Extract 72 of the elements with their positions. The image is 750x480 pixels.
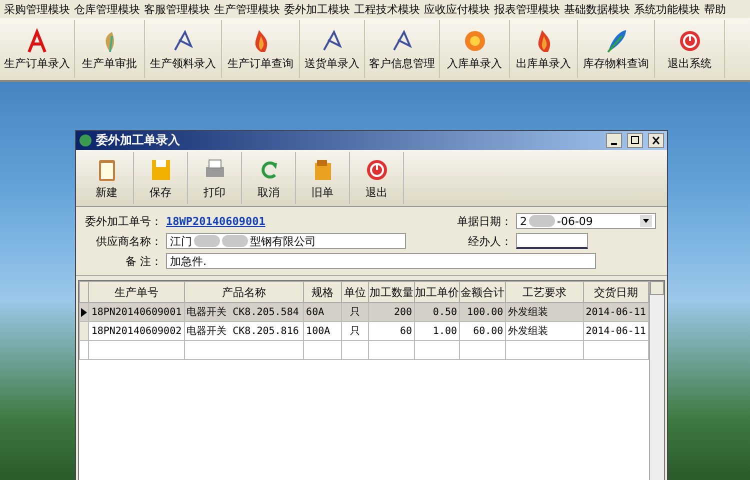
row-pointer-icon (81, 308, 88, 316)
table-cell: 100.00 (460, 302, 506, 322)
column-header: 生产单号 (88, 282, 184, 302)
table-cell: 200 (368, 302, 415, 322)
window-title: 委外加工单录入 (96, 132, 180, 149)
toolbar-button[interactable]: 新建 (80, 152, 134, 204)
toolbar-button[interactable]: 入库单录入 (440, 20, 510, 78)
column-header: 工艺要求 (506, 282, 584, 302)
table-cell: 18PN20140609002 (88, 322, 184, 340)
menu-item[interactable]: 基础数据模块 (562, 2, 632, 16)
table-row[interactable]: 18PN20140609002 电器开关 CK8.205.816 100A 只 60 1.00 60.00 外发组装 2014-06-11 (80, 322, 648, 340)
column-header: 规格 (304, 282, 342, 302)
table-cell: 只 (341, 322, 368, 340)
menu-item[interactable]: 委外加工模块 (282, 2, 352, 16)
column-header: 交货日期 (583, 282, 648, 302)
menu-item[interactable]: 生产管理模块 (212, 2, 282, 16)
supplier-field[interactable]: 江门 型钢有限公司 (166, 233, 406, 249)
table-cell: 电器开关 CK8.205.816 (184, 322, 304, 340)
toolbar-button[interactable]: 生产领料录入 (145, 20, 222, 78)
menu-item[interactable]: 应收应付模块 (422, 2, 492, 16)
menu-item[interactable]: 客服管理模块 (142, 2, 212, 16)
date-field[interactable]: 2 -06-09 (516, 213, 656, 229)
field-label: 委外加工单号： (84, 214, 163, 228)
toolbar-button[interactable]: 生产订单录入 (0, 20, 75, 78)
toolbar-button[interactable]: 客户信息管理 (365, 20, 440, 78)
maximize-button[interactable] (627, 133, 643, 148)
toolbar-button[interactable]: 打印 (188, 152, 242, 204)
field-label: 备 注： (124, 254, 163, 268)
column-header: 加工单价 (414, 282, 460, 302)
field-label: 经办人： (467, 234, 513, 248)
table-row[interactable]: 18PN20140609001 电器开关 CK8.205.584 60A 只 200 0.50 100.00 外发组装 2014-06-11 (80, 302, 648, 322)
table-cell: 0.50 (414, 302, 460, 322)
order-number-link[interactable]: 18WP20140609001 (166, 214, 336, 228)
column-header: 加工数量 (368, 282, 415, 302)
table-cell: 18PN20140609001 (88, 302, 184, 322)
menu-item[interactable]: 报表管理模块 (492, 2, 562, 16)
close-button[interactable] (648, 133, 664, 148)
toolbar-button[interactable]: 退出系统 (655, 20, 725, 78)
table-cell: 100A (304, 322, 342, 340)
menu-item[interactable]: 帮助 (702, 2, 728, 16)
column-header: 金额合计 (460, 282, 506, 302)
toolbar-button[interactable]: 取消 (242, 152, 296, 204)
toolbar-button[interactable]: 库存物料查询 (578, 20, 655, 78)
table-cell: 电器开关 CK8.205.584 (184, 302, 304, 322)
field-label: 单据日期： (456, 214, 513, 228)
field-label: 供应商名称： (95, 234, 163, 248)
scrollbar[interactable] (649, 281, 664, 480)
table-cell: 外发组装 (506, 302, 584, 322)
column-header: 单位 (341, 282, 368, 302)
toolbar-button[interactable]: 生产订单查询 (222, 20, 300, 78)
table-cell: 1.00 (414, 322, 460, 340)
table-cell: 60A (304, 302, 342, 322)
toolbar-button[interactable]: 退出 (350, 152, 404, 204)
table-cell: 60 (368, 322, 415, 340)
menu-item[interactable]: 仓库管理模块 (72, 2, 142, 16)
letter-a-icon (25, 28, 49, 54)
toolbar-button[interactable]: 生产单审批 (75, 20, 145, 78)
handler-field[interactable] (516, 233, 588, 249)
table-cell: 2014-06-11 (583, 302, 648, 322)
note-field[interactable]: 加急件. (166, 253, 596, 269)
toolbar-button[interactable]: 旧单 (296, 152, 350, 204)
toolbar-button[interactable]: 出库单录入 (510, 20, 578, 78)
toolbar-button[interactable]: 送货单录入 (300, 20, 365, 78)
menu-item[interactable]: 采购管理模块 (2, 2, 72, 16)
minimize-button[interactable] (606, 133, 622, 148)
column-header: 产品名称 (184, 282, 304, 302)
menu-item[interactable]: 系统功能模块 (632, 2, 702, 16)
table-cell: 60.00 (460, 322, 506, 340)
table-cell: 外发组装 (506, 322, 584, 340)
toolbar-button[interactable]: 保存 (134, 152, 188, 204)
table-cell: 只 (341, 302, 368, 322)
menu-item[interactable]: 工程技术模块 (352, 2, 422, 16)
